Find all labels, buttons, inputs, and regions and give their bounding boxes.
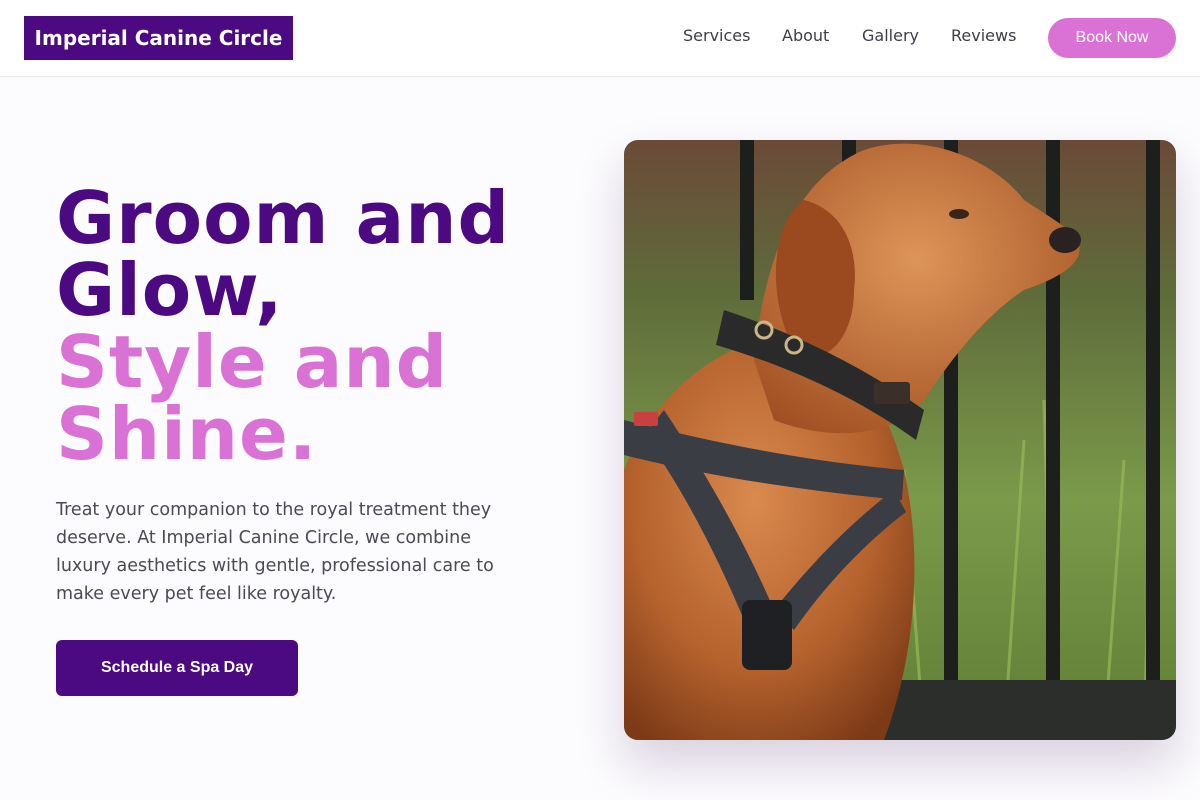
hero-title-line-accent: Style and — [56, 320, 449, 404]
nav-link-gallery[interactable]: Gallery — [862, 26, 919, 45]
hero-title-line: Groom and — [56, 176, 511, 260]
nav-link-about[interactable]: About — [782, 26, 829, 45]
nav-link-services[interactable]: Services — [683, 26, 750, 45]
hero-description: Treat your companion to the royal treatm… — [56, 500, 494, 604]
hero-title: Groom and Glow, Style and Shine. — [56, 182, 596, 470]
hero-title-line: Glow, — [56, 248, 284, 332]
hero-dog-image — [624, 140, 1176, 740]
hero-title-line-accent: Shine. — [56, 392, 318, 476]
top-navbar: Imperial Canine Circle Services About Ga… — [0, 0, 1200, 77]
book-now-button[interactable]: Book Now — [1048, 18, 1176, 58]
schedule-spa-day-button[interactable]: Schedule a Spa Day — [56, 640, 298, 696]
brand-logo[interactable]: Imperial Canine Circle — [24, 16, 293, 60]
nav-link-reviews[interactable]: Reviews — [951, 26, 1016, 45]
